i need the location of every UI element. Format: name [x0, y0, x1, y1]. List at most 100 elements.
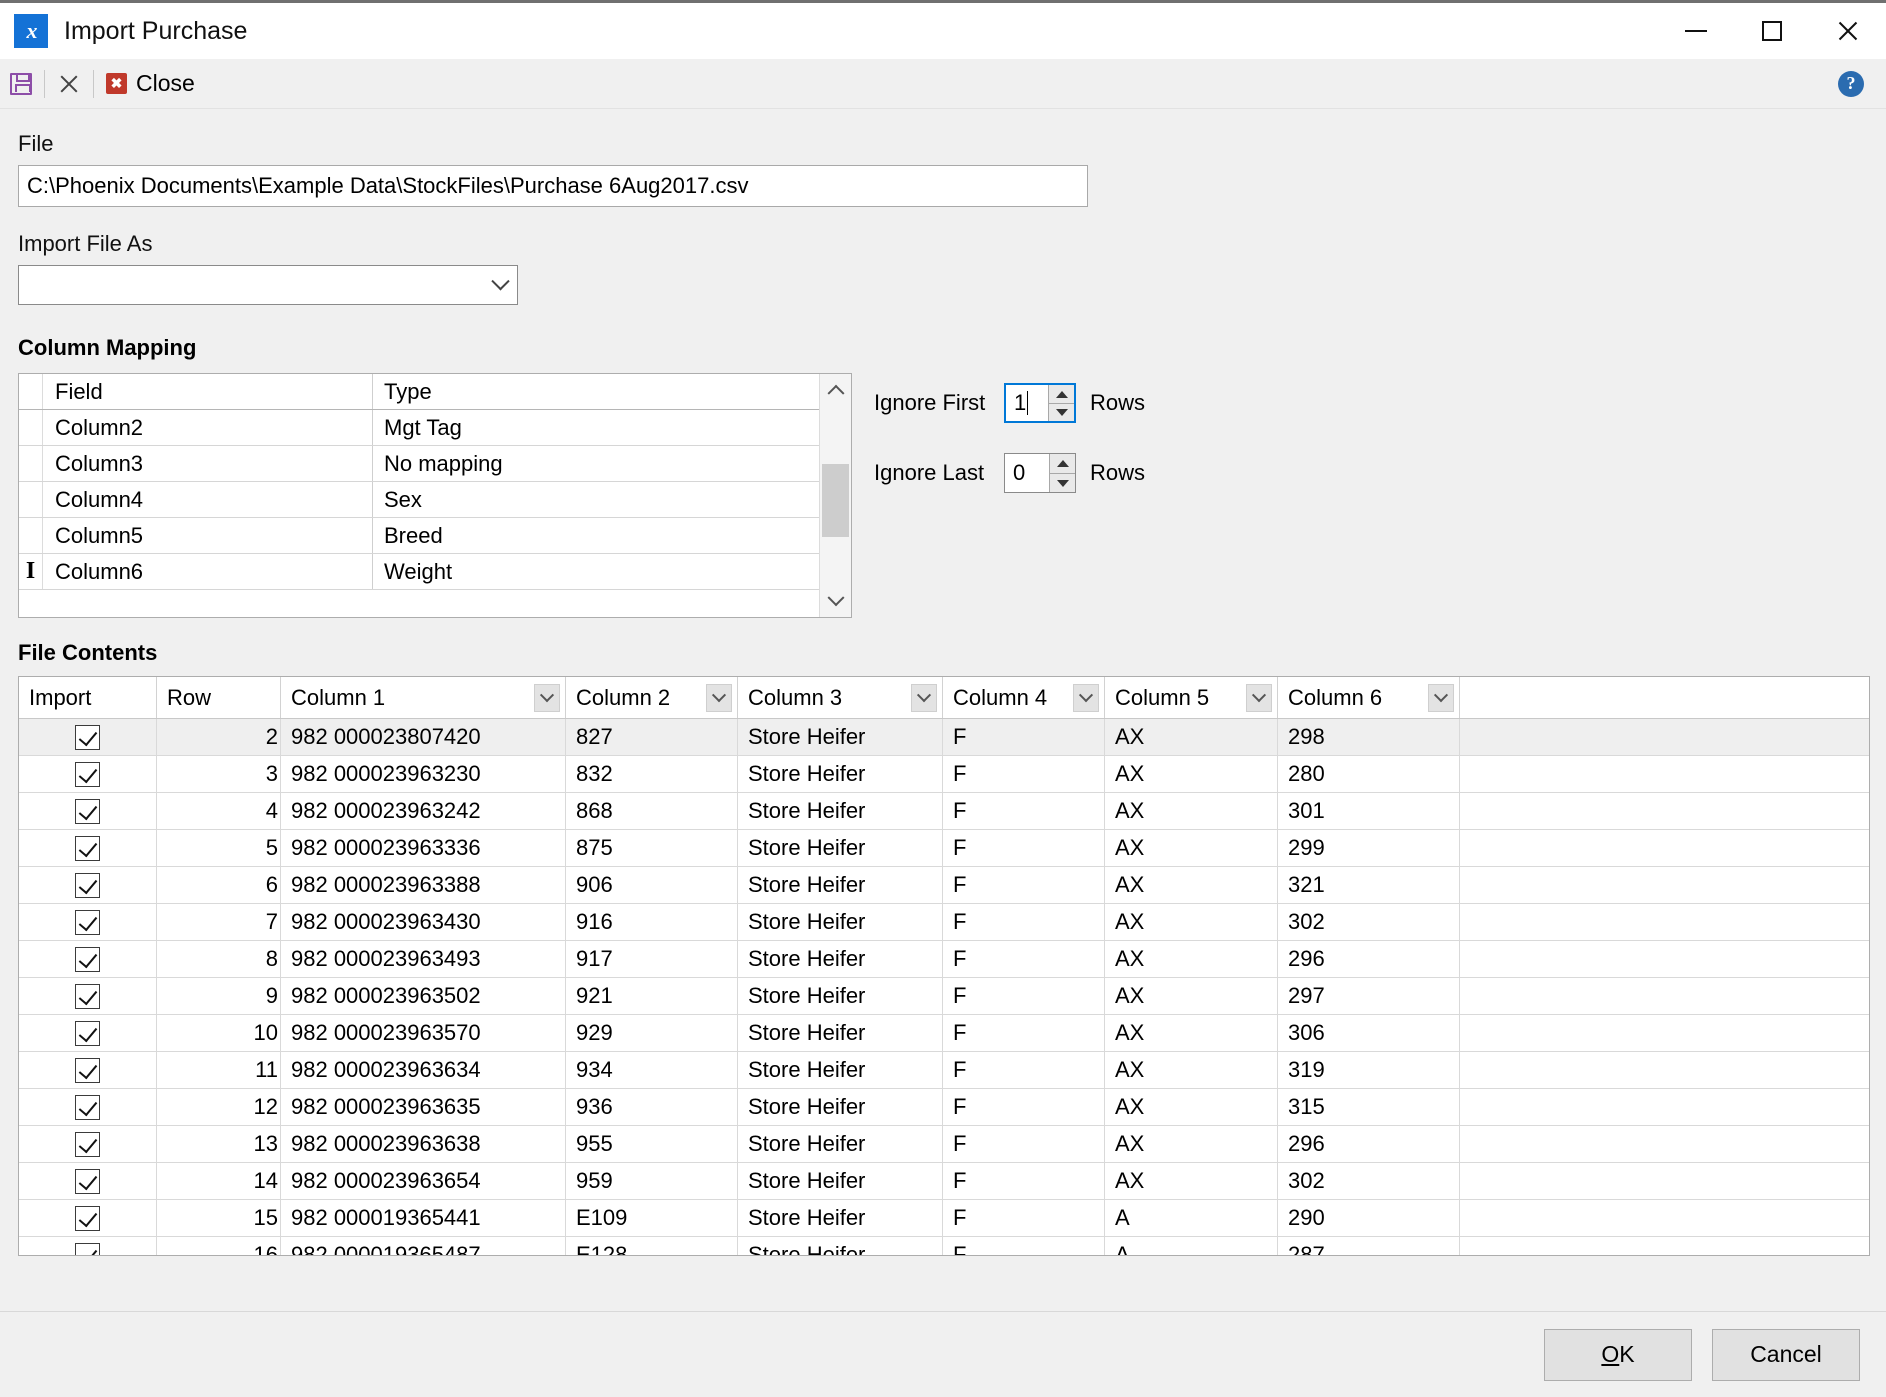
- file-contents-header-column-4[interactable]: Column 4: [943, 677, 1105, 718]
- import-checkbox[interactable]: [75, 1094, 100, 1120]
- import-checkbox[interactable]: [75, 1020, 100, 1046]
- import-checkbox-cell[interactable]: [19, 941, 157, 977]
- ignore-first-decrement-button[interactable]: [1049, 403, 1074, 421]
- import-checkbox[interactable]: [75, 1168, 100, 1194]
- import-checkbox-cell[interactable]: [19, 978, 157, 1014]
- ignore-first-input[interactable]: 1: [1006, 385, 1048, 421]
- import-checkbox[interactable]: [75, 872, 100, 898]
- ignore-last-increment-button[interactable]: [1050, 454, 1075, 473]
- column-filter-button[interactable]: [1246, 683, 1272, 712]
- table-row[interactable]: 10 982 000023963570 929 Store Heifer F AX 306: [19, 1015, 1869, 1052]
- import-checkbox-cell[interactable]: [19, 719, 157, 755]
- close-window-button[interactable]: [1810, 3, 1886, 59]
- table-row[interactable]: 7 982 000023963430 916 Store Heifer F AX 302: [19, 904, 1869, 941]
- scrollbar-thumb[interactable]: [822, 464, 849, 537]
- file-path-input[interactable]: C:\Phoenix Documents\Example Data\StockF…: [18, 165, 1088, 207]
- import-checkbox-cell[interactable]: [19, 1126, 157, 1162]
- table-row[interactable]: 3 982 000023963230 832 Store Heifer F AX 280: [19, 756, 1869, 793]
- column-mapping-row[interactable]: I Column6 Weight: [19, 554, 819, 590]
- import-checkbox-cell[interactable]: [19, 756, 157, 792]
- import-checkbox-cell[interactable]: [19, 830, 157, 866]
- ignore-first-stepper[interactable]: 1: [1004, 383, 1076, 423]
- file-contents-header-column-2[interactable]: Column 2: [566, 677, 738, 718]
- import-checkbox[interactable]: [75, 798, 100, 824]
- import-checkbox-cell[interactable]: [19, 1163, 157, 1199]
- column-mapping-row[interactable]: Column3 No mapping: [19, 446, 819, 482]
- scrollbar-track[interactable]: [820, 404, 851, 587]
- column-filter-button[interactable]: [1428, 683, 1454, 712]
- help-icon[interactable]: ?: [1838, 70, 1864, 97]
- column-mapping-row[interactable]: Column5 Breed: [19, 518, 819, 554]
- table-row[interactable]: 2 982 000023807420 827 Store Heifer F AX 298: [19, 719, 1869, 756]
- table-row[interactable]: 9 982 000023963502 921 Store Heifer F AX 297: [19, 978, 1869, 1015]
- file-contents-header-column-5[interactable]: Column 5: [1105, 677, 1278, 718]
- column-filter-button[interactable]: [1073, 683, 1099, 712]
- column-mapping-field-cell[interactable]: Column2: [43, 410, 373, 445]
- ok-button[interactable]: OK: [1544, 1328, 1692, 1381]
- ignore-last-decrement-button[interactable]: [1050, 473, 1075, 492]
- import-checkbox[interactable]: [75, 761, 100, 787]
- table-row[interactable]: 11 982 000023963634 934 Store Heifer F AX 319: [19, 1052, 1869, 1089]
- import-checkbox-cell[interactable]: [19, 904, 157, 940]
- import-checkbox-cell[interactable]: [19, 1237, 157, 1255]
- import-checkbox[interactable]: [75, 1205, 100, 1231]
- column-mapping-field-cell[interactable]: Column3: [43, 446, 373, 481]
- cancel-button[interactable]: Cancel: [1712, 1328, 1860, 1381]
- scroll-down-button[interactable]: [820, 587, 851, 617]
- column-mapping-scrollbar[interactable]: [819, 374, 851, 617]
- save-button[interactable]: [0, 59, 42, 108]
- import-checkbox-cell[interactable]: [19, 1052, 157, 1088]
- import-checkbox-cell[interactable]: [19, 867, 157, 903]
- file-contents-grid[interactable]: Import Row Column 1 Column 2 Column 3 Column …: [18, 676, 1870, 1256]
- column-mapping-field-cell[interactable]: Column6: [43, 554, 373, 589]
- import-checkbox[interactable]: [75, 909, 100, 935]
- import-checkbox-cell[interactable]: [19, 1089, 157, 1125]
- file-contents-header-import[interactable]: Import: [19, 677, 157, 718]
- column-mapping-type-cell[interactable]: Breed: [373, 518, 819, 553]
- import-checkbox[interactable]: [75, 1131, 100, 1157]
- import-checkbox[interactable]: [75, 983, 100, 1009]
- column-filter-button[interactable]: [911, 683, 937, 712]
- table-row[interactable]: 12 982 000023963635 936 Store Heifer F AX 315: [19, 1089, 1869, 1126]
- column-mapping-type-cell[interactable]: Weight: [373, 554, 819, 589]
- column-mapping-type-cell[interactable]: No mapping: [373, 446, 819, 481]
- table-row[interactable]: 8 982 000023963493 917 Store Heifer F AX 296: [19, 941, 1869, 978]
- column-mapping-type-cell[interactable]: Mgt Tag: [373, 410, 819, 445]
- file-contents-header-column-3[interactable]: Column 3: [738, 677, 943, 718]
- column-filter-button[interactable]: [534, 683, 560, 712]
- maximize-button[interactable]: [1734, 3, 1810, 59]
- ignore-last-input[interactable]: 0: [1005, 454, 1049, 492]
- file-contents-header-row[interactable]: Row: [157, 677, 281, 718]
- import-checkbox-cell[interactable]: [19, 1015, 157, 1051]
- column-mapping-grid[interactable]: Field Type Column2 Mgt Tag Column3 No mappi…: [18, 373, 852, 618]
- file-contents-header-column-6[interactable]: Column 6: [1278, 677, 1460, 718]
- ignore-last-stepper[interactable]: 0: [1004, 453, 1076, 493]
- column-mapping-field-cell[interactable]: Column4: [43, 482, 373, 517]
- column-mapping-row[interactable]: Column2 Mgt Tag: [19, 410, 819, 446]
- table-row[interactable]: 5 982 000023963336 875 Store Heifer F AX 299: [19, 830, 1869, 867]
- column-mapping-type-cell[interactable]: Sex: [373, 482, 819, 517]
- table-row[interactable]: 4 982 000023963242 868 Store Heifer F AX 301: [19, 793, 1869, 830]
- import-checkbox[interactable]: [75, 946, 100, 972]
- import-checkbox[interactable]: [75, 1057, 100, 1083]
- ignore-first-increment-button[interactable]: [1049, 385, 1074, 403]
- table-row[interactable]: 16 982 000019365487 E128 Store Heifer F A 287: [19, 1237, 1869, 1255]
- close-button[interactable]: ✖ Close: [96, 59, 205, 108]
- table-row[interactable]: 15 982 000019365441 E109 Store Heifer F A 290: [19, 1200, 1869, 1237]
- table-row[interactable]: 13 982 000023963638 955 Store Heifer F AX 296: [19, 1126, 1869, 1163]
- import-checkbox[interactable]: [75, 1242, 100, 1255]
- table-row[interactable]: 14 982 000023963654 959 Store Heifer F AX 302: [19, 1163, 1869, 1200]
- column-mapping-row[interactable]: Column4 Sex: [19, 482, 819, 518]
- delete-button[interactable]: [47, 59, 91, 108]
- minimize-button[interactable]: [1658, 3, 1734, 59]
- import-checkbox[interactable]: [75, 835, 100, 861]
- file-contents-header-column-1[interactable]: Column 1: [281, 677, 566, 718]
- import-checkbox-cell[interactable]: [19, 1200, 157, 1236]
- scroll-up-button[interactable]: [820, 374, 851, 404]
- table-row[interactable]: 6 982 000023963388 906 Store Heifer F AX 321: [19, 867, 1869, 904]
- import-file-as-select[interactable]: [18, 265, 518, 305]
- column-filter-button[interactable]: [706, 683, 732, 712]
- import-checkbox-cell[interactable]: [19, 793, 157, 829]
- import-checkbox[interactable]: [75, 724, 100, 750]
- column-mapping-field-cell[interactable]: Column5: [43, 518, 373, 553]
